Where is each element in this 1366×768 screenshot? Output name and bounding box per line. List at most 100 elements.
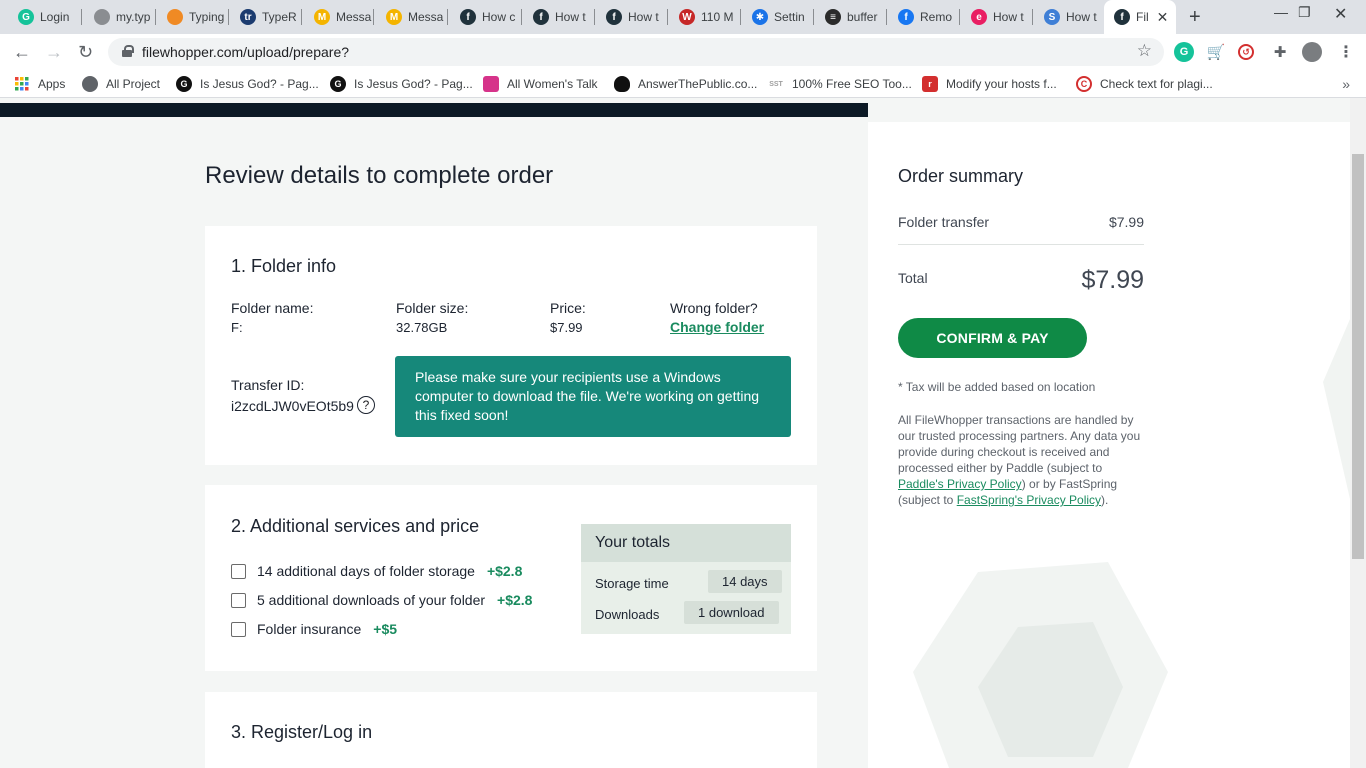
tab-label: my.typ <box>116 10 151 24</box>
legal-text-part: All FileWhopper transactions are handled… <box>898 413 1141 475</box>
price-value: $7.99 <box>550 320 583 335</box>
tab-label: Fil <box>1136 10 1149 24</box>
services-heading: 2. Additional services and price <box>231 516 480 536</box>
facebook-icon: f <box>898 9 914 25</box>
awt-icon <box>483 76 499 92</box>
price-label: Price: <box>550 300 586 316</box>
restore-icon[interactable]: ❐ <box>1298 4 1311 21</box>
browser-tab[interactable]: e How t <box>961 6 1031 28</box>
register-card: 3. Register/Log in <box>205 692 817 768</box>
service-row-downloads[interactable]: 5 additional downloads of your folder +$… <box>231 592 532 608</box>
browser-tab[interactable]: M Messa <box>304 6 372 28</box>
grammarly-extension-icon[interactable]: G <box>1174 42 1194 62</box>
downloads-checkbox[interactable] <box>231 592 246 608</box>
bookmark-item[interactable]: SST 100% Free SEO Too... <box>768 76 912 92</box>
fastspring-privacy-link[interactable]: FastSpring's Privacy Policy <box>957 493 1101 507</box>
tab-separator <box>373 9 374 25</box>
bookmark-label: All Women's Talk <box>507 77 598 91</box>
bookmark-item[interactable]: r Modify your hosts f... <box>922 76 1057 92</box>
bookmark-item[interactable]: All Project <box>82 76 160 92</box>
service-row-storage[interactable]: 14 additional days of folder storage +$2… <box>231 563 522 579</box>
bookmark-item[interactable]: Apps <box>14 76 65 92</box>
filewhopper-icon: f <box>1114 9 1130 25</box>
bookmark-item[interactable]: G Is Jesus God? - Pag... <box>176 76 319 92</box>
bookmark-item[interactable]: G Is Jesus God? - Pag... <box>330 76 473 92</box>
tab-label: How t <box>555 10 586 24</box>
browser-tab[interactable]: my.typ <box>84 6 154 28</box>
tab-label: Messa <box>408 10 444 24</box>
buffer-icon: ≡ <box>825 9 841 25</box>
address-bar[interactable]: filewhopper.com/upload/prepare? ☆ <box>108 38 1164 66</box>
change-folder-link[interactable]: Change folder <box>670 319 764 335</box>
extensions-puzzle-icon[interactable]: ✚ <box>1270 42 1290 62</box>
g-icon: G <box>330 76 346 92</box>
filewhopper-icon: f <box>606 9 622 25</box>
summary-divider <box>898 244 1144 245</box>
browser-tab[interactable]: G Login <box>8 6 80 28</box>
forward-icon[interactable]: → <box>45 42 63 63</box>
browser-toolbar: ← → ↻ filewhopper.com/upload/prepare? ☆ <box>0 34 1366 70</box>
insurance-checkbox[interactable] <box>231 621 246 637</box>
window-close-icon[interactable]: ✕ <box>1334 4 1347 24</box>
bookmark-item[interactable]: C Check text for plagi... <box>1076 76 1213 92</box>
cart-extension-icon[interactable]: 🛒 <box>1206 42 1226 62</box>
reload-icon[interactable]: ↻ <box>78 42 93 63</box>
service-price: +$2.8 <box>486 563 523 579</box>
tab-separator <box>228 9 229 25</box>
bookmarks-overflow-icon[interactable]: » <box>1342 76 1350 92</box>
storage-checkbox[interactable] <box>231 563 246 579</box>
browser-tab[interactable]: ≡ buffer <box>815 6 885 28</box>
tab-close-icon[interactable]: ✕ <box>1157 9 1169 26</box>
minimize-icon[interactable]: — <box>1274 4 1288 20</box>
confirm-pay-button[interactable]: CONFIRM & PAY <box>898 318 1087 358</box>
tab-separator <box>521 9 522 25</box>
service-row-insurance[interactable]: Folder insurance +$5 <box>231 621 397 637</box>
browser-tab[interactable]: Typing <box>157 6 227 28</box>
bookmark-star-icon[interactable]: ☆ <box>1137 41 1152 61</box>
tab-separator <box>155 9 156 25</box>
tab-separator <box>1032 9 1033 25</box>
profile-avatar[interactable] <box>1302 42 1322 62</box>
service-label: 5 additional downloads of your folder <box>257 592 486 608</box>
bookmark-item[interactable]: AnswerThePublic.co... <box>614 76 757 92</box>
folder-name-value: F: <box>231 320 243 335</box>
service-label: 14 additional days of folder storage <box>257 563 475 579</box>
back-icon[interactable]: ← <box>13 42 31 63</box>
browser-tab[interactable]: S How t <box>1034 6 1102 28</box>
browser-tab[interactable]: W 110 M <box>669 6 739 28</box>
browser-tab[interactable]: f Fil ✕ <box>1104 0 1176 34</box>
globe-icon <box>82 76 98 92</box>
folder-info-card: 1. Folder info Folder name: F: Folder si… <box>205 226 817 465</box>
page-content: Review details to complete order 1. Fold… <box>0 98 1350 768</box>
new-tab-button[interactable]: + <box>1189 6 1201 29</box>
menu-kebab-icon[interactable]: ⋮ <box>1336 42 1356 62</box>
pink-icon: e <box>971 9 987 25</box>
url-text: filewhopper.com/upload/prepare? <box>142 44 350 60</box>
browser-tab[interactable]: M Messa <box>376 6 446 28</box>
your-totals-box: Your totals Storage time 14 days Downloa… <box>581 524 791 634</box>
browser-tab[interactable]: f How c <box>450 6 520 28</box>
bookmark-label: 100% Free SEO Too... <box>792 77 912 91</box>
browser-tab[interactable]: ✱ Settin <box>742 6 812 28</box>
bookmark-label: All Project <box>106 77 161 91</box>
paddle-privacy-link[interactable]: Paddle's Privacy Policy <box>898 477 1022 491</box>
bookmark-label: Modify your hosts f... <box>946 77 1057 91</box>
bookmark-item[interactable]: All Women's Talk <box>483 76 598 92</box>
bookmark-label: Is Jesus God? - Pag... <box>200 77 319 91</box>
help-icon[interactable]: ? <box>357 396 375 414</box>
filewhopper-icon: f <box>533 9 549 25</box>
lock-icon <box>122 45 134 57</box>
browser-tab[interactable]: f How t <box>596 6 666 28</box>
lastpass-extension-icon[interactable]: ↺ <box>1238 44 1254 60</box>
tab-label: 110 M <box>701 10 734 24</box>
browser-tab[interactable]: f How t <box>523 6 593 28</box>
register-heading: 3. Register/Log in <box>231 722 373 742</box>
tab-separator <box>813 9 814 25</box>
folder-size-value: 32.78GB <box>396 320 448 335</box>
globe-icon <box>94 9 110 25</box>
scrollbar-thumb[interactable] <box>1352 154 1364 559</box>
tab-separator <box>886 9 887 25</box>
browser-tab[interactable]: f Remo <box>888 6 958 28</box>
page-scrollbar[interactable] <box>1350 98 1366 768</box>
browser-tab[interactable]: tr TypeR <box>230 6 300 28</box>
